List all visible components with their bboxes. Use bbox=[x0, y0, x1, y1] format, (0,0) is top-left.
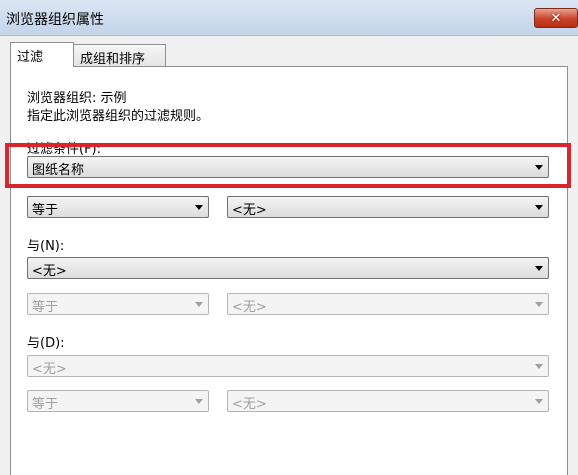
and-d-label: 与(D): bbox=[27, 336, 65, 351]
chevron-down-icon bbox=[535, 399, 543, 404]
organization-name-text: 浏览器组织: 示例 bbox=[27, 91, 127, 106]
filter-field-select[interactable]: 图纸名称 bbox=[27, 156, 549, 178]
and-n-field-select[interactable]: <无> bbox=[27, 257, 549, 279]
window-title: 浏览器组织属性 bbox=[6, 12, 104, 28]
tab-group-sort-label: 成组和排序 bbox=[80, 52, 146, 67]
filter-value-select[interactable]: <无> bbox=[227, 196, 549, 218]
and-n-label: 与(N): bbox=[27, 239, 65, 254]
chevron-down-icon bbox=[195, 205, 203, 210]
filter-value-value: <无> bbox=[232, 203, 267, 218]
tab-group-sort[interactable]: 成组和排序 bbox=[74, 44, 166, 67]
close-button[interactable]: ✕ bbox=[534, 8, 578, 28]
close-icon: ✕ bbox=[550, 10, 562, 26]
filter-operator-value: 等于 bbox=[32, 203, 59, 218]
tab-filter-label: 过滤 bbox=[17, 50, 44, 65]
filter-field-value: 图纸名称 bbox=[32, 163, 85, 178]
chevron-down-icon bbox=[195, 302, 203, 307]
filter-description-text: 指定此浏览器组织的过滤规则。 bbox=[27, 109, 210, 124]
and-d-operator-value: 等于 bbox=[32, 397, 59, 412]
and-n-operator-select[interactable]: 等于 bbox=[27, 293, 209, 315]
filter-condition-label: 过滤条件(F): bbox=[27, 142, 102, 157]
chevron-down-icon bbox=[535, 205, 543, 210]
dialog-client: 过滤 成组和排序 浏览器组织: 示例 指定此浏览器组织的过滤规则。 过滤条件(F… bbox=[0, 36, 578, 475]
tab-filter[interactable]: 过滤 bbox=[10, 42, 74, 67]
chevron-down-icon bbox=[195, 399, 203, 404]
and-n-value-select[interactable]: <无> bbox=[227, 293, 549, 315]
filter-panel: 浏览器组织: 示例 指定此浏览器组织的过滤规则。 过滤条件(F): 图纸名称 等… bbox=[10, 66, 568, 475]
and-n-operator-value: 等于 bbox=[32, 300, 59, 315]
and-d-field-value: <无> bbox=[32, 362, 67, 377]
and-n-field-value: <无> bbox=[32, 264, 67, 279]
and-d-value-value: <无> bbox=[232, 397, 267, 412]
filter-operator-select[interactable]: 等于 bbox=[27, 196, 209, 218]
and-d-field-select[interactable]: <无> bbox=[27, 355, 549, 377]
and-d-operator-select[interactable]: 等于 bbox=[27, 390, 209, 412]
chevron-down-icon bbox=[535, 302, 543, 307]
and-n-value-value: <无> bbox=[232, 300, 267, 315]
title-bar: 浏览器组织属性 ✕ bbox=[0, 0, 578, 36]
chevron-down-icon bbox=[535, 266, 543, 271]
and-d-value-select[interactable]: <无> bbox=[227, 390, 549, 412]
chevron-down-icon bbox=[535, 364, 543, 369]
chevron-down-icon bbox=[535, 165, 543, 170]
